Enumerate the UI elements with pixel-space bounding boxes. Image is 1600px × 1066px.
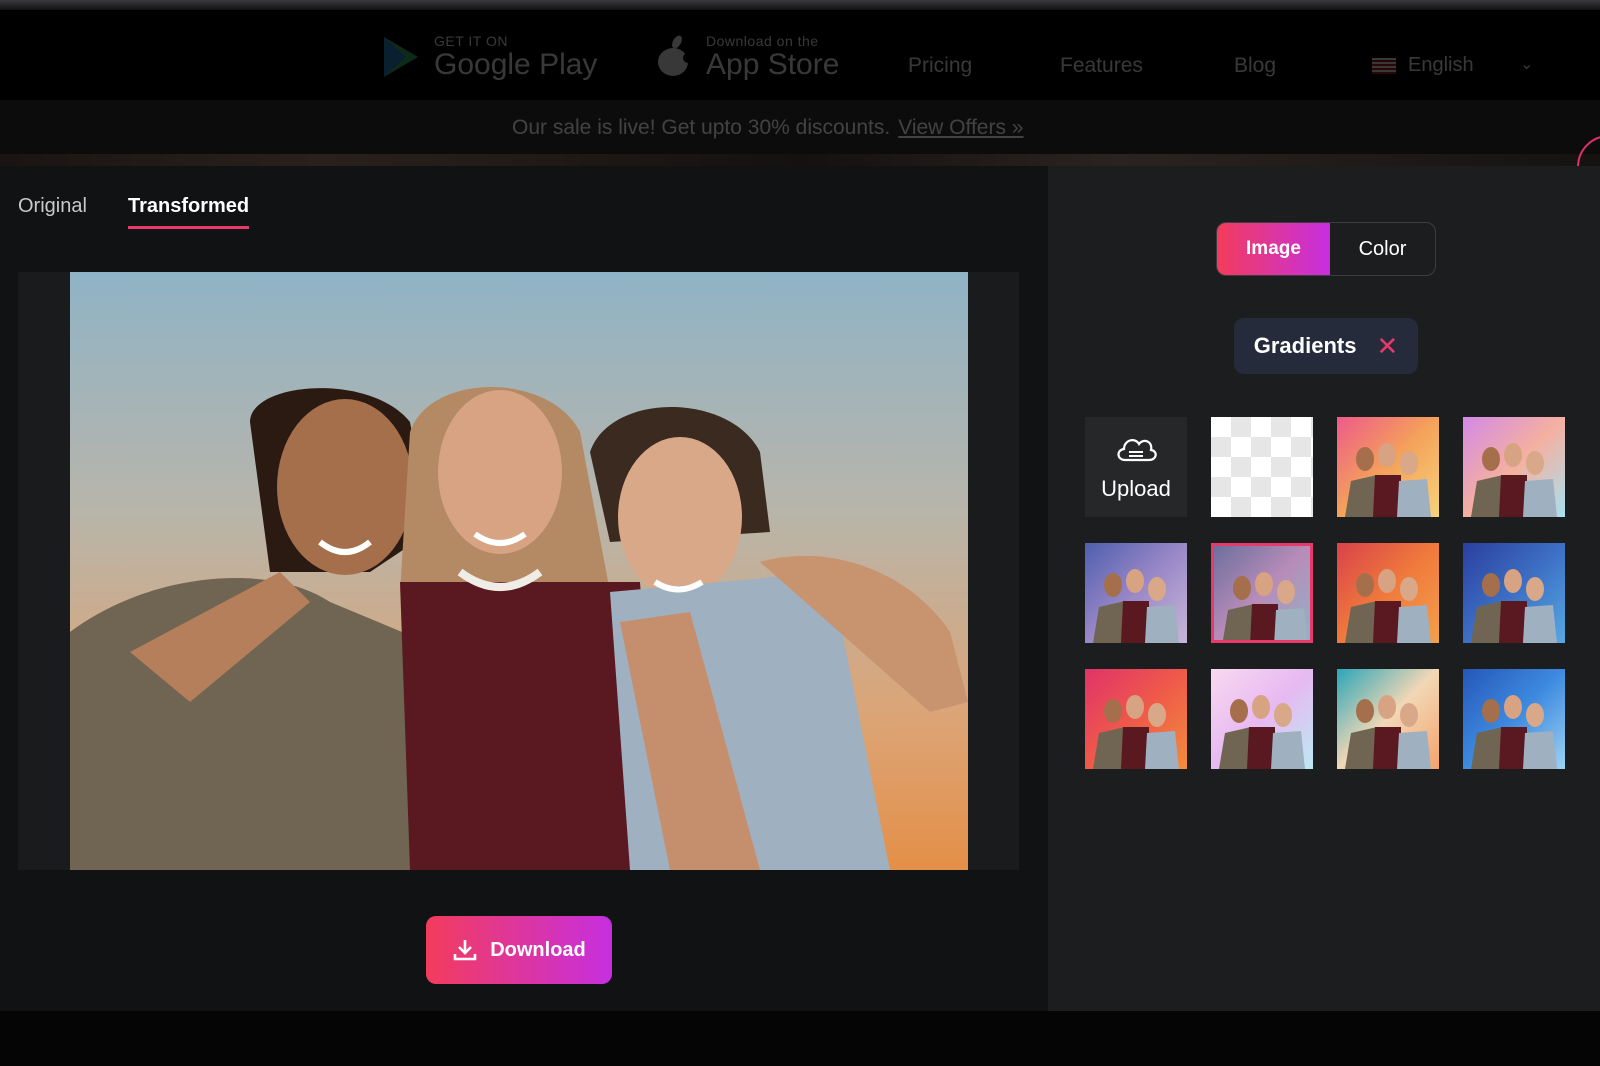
bottom-bar bbox=[0, 1011, 1600, 1066]
preview-canvas bbox=[18, 272, 1019, 870]
tab-transformed[interactable]: Transformed bbox=[128, 195, 250, 229]
download-button[interactable]: Download bbox=[426, 916, 612, 984]
gradient-tile[interactable] bbox=[1337, 669, 1439, 769]
gradient-tile[interactable] bbox=[1463, 543, 1565, 643]
gradient-tile[interactable] bbox=[1463, 417, 1565, 517]
gradient-tile[interactable] bbox=[1463, 669, 1565, 769]
background-options-panel: Image Color Gradients ✕ Upload bbox=[1048, 166, 1600, 1011]
gradient-tile[interactable] bbox=[1085, 669, 1187, 769]
sale-banner-text: Our sale is live! Get upto 30% discounts… bbox=[512, 116, 891, 139]
background-mode-toggle: Image Color bbox=[1216, 222, 1436, 276]
nav-link-blog[interactable]: Blog bbox=[1234, 54, 1276, 78]
google-play-big-text: Google Play bbox=[434, 48, 598, 81]
photo-thumbnail bbox=[1345, 695, 1431, 769]
category-chip: Gradients ✕ bbox=[1234, 318, 1418, 374]
mode-image-button[interactable]: Image bbox=[1217, 223, 1330, 275]
chevron-down-icon[interactable]: ⌄ bbox=[1520, 54, 1533, 74]
cloud-upload-icon bbox=[1117, 439, 1157, 462]
photo-subjects-illustration bbox=[70, 272, 968, 870]
tab-original[interactable]: Original bbox=[18, 195, 87, 218]
background-stripe bbox=[0, 154, 1600, 166]
upload-label: Upload bbox=[1101, 476, 1171, 501]
gradient-tile[interactable] bbox=[1085, 543, 1187, 643]
google-play-badge[interactable]: GET IT ON Google Play bbox=[378, 28, 597, 86]
download-icon bbox=[453, 940, 477, 961]
app-store-badge[interactable]: Download on the App Store bbox=[650, 28, 839, 86]
photo-thumbnail bbox=[1471, 695, 1557, 769]
photo-thumbnail bbox=[1471, 569, 1557, 643]
app-store-small-text: Download on the bbox=[706, 33, 819, 49]
app-store-big-text: App Store bbox=[706, 48, 840, 81]
transformed-photo bbox=[70, 272, 968, 870]
photo-thumbnail bbox=[1093, 695, 1179, 769]
photo-thumbnail bbox=[1219, 695, 1305, 769]
photo-thumbnail bbox=[1345, 569, 1431, 643]
download-button-label: Download bbox=[490, 938, 586, 961]
gradient-tile[interactable] bbox=[1211, 669, 1313, 769]
editor-preview-panel: Original Transformed Download bbox=[0, 166, 1048, 1011]
language-selector[interactable]: English bbox=[1372, 54, 1474, 77]
view-offers-link[interactable]: View Offers » bbox=[898, 116, 1023, 139]
close-icon[interactable]: ✕ bbox=[1376, 333, 1398, 359]
category-label: Gradients bbox=[1253, 333, 1357, 358]
photo-thumbnail bbox=[1223, 572, 1308, 640]
nav-link-pricing[interactable]: Pricing bbox=[908, 54, 972, 78]
nav-link-features[interactable]: Features bbox=[1060, 54, 1143, 78]
sale-banner: Our sale is live! Get upto 30% discounts… bbox=[0, 100, 1600, 154]
photo-thumbnail bbox=[1345, 443, 1431, 517]
gradient-tile[interactable] bbox=[1211, 543, 1313, 643]
transparent-background-tile[interactable] bbox=[1211, 417, 1313, 517]
us-flag-icon bbox=[1372, 57, 1396, 74]
gradient-tile[interactable] bbox=[1337, 543, 1439, 643]
upload-background-tile[interactable]: Upload bbox=[1085, 417, 1187, 517]
language-label: English bbox=[1408, 54, 1474, 76]
gradient-tile[interactable] bbox=[1337, 417, 1439, 517]
mode-color-button[interactable]: Color bbox=[1330, 223, 1435, 275]
apple-icon bbox=[658, 35, 693, 76]
top-navigation: GET IT ON Google Play Download on the Ap… bbox=[0, 10, 1600, 100]
photo-thumbnail bbox=[1471, 443, 1557, 517]
google-play-small-text: GET IT ON bbox=[434, 33, 508, 49]
google-play-icon bbox=[384, 37, 418, 77]
browser-frame-edge bbox=[0, 0, 1600, 10]
photo-thumbnail bbox=[1093, 569, 1179, 643]
